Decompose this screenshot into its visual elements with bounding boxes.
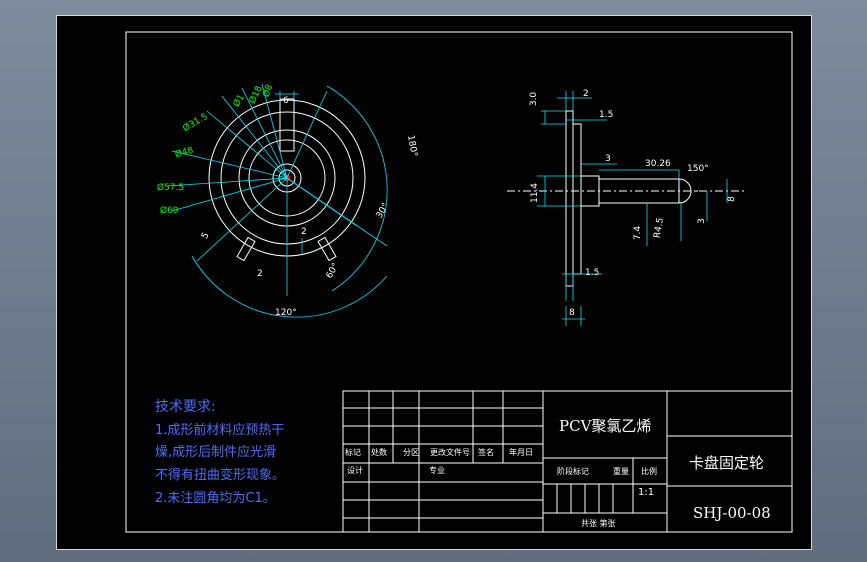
drawing-canvas: 技术要求: 1.成形前材料应预热干 燥,成形后制件应光滑 不得有扭曲变形现象。 … xyxy=(56,15,812,550)
hdr-sheet: 共张 第张 xyxy=(581,519,616,528)
tech-line-3: 不得有扭曲变形现象。 xyxy=(155,468,286,483)
side-dim-1-5b: 1.5 xyxy=(585,268,600,278)
dim-phi57: Ø57.5 xyxy=(157,183,185,193)
tech-title: 技术要求: xyxy=(155,399,216,415)
material-label: PCV聚氯乙烯 xyxy=(559,417,652,435)
dim-6: 6 xyxy=(283,96,289,106)
drawing-number: SHJ-00-08 xyxy=(693,504,771,522)
side-dim-8: 8 xyxy=(726,196,737,202)
dim-phi69: Ø69 xyxy=(160,206,179,216)
hdr-sign: 签名 xyxy=(478,448,494,457)
tech-line-1: 1.成形前材料应预热干 xyxy=(155,423,285,438)
scale-value: 1:1 xyxy=(638,487,655,498)
side-view xyxy=(507,110,747,287)
dim-120: 120° xyxy=(275,308,297,318)
part-name: 卡盘固定轮 xyxy=(689,454,765,472)
side-dim-7-4: 7.4 xyxy=(633,225,644,241)
dim-2b: 2 xyxy=(257,269,263,279)
hdr-date: 年月日 xyxy=(509,448,533,457)
hdr-ratio: 比例 xyxy=(641,467,657,476)
dim-2a: 2 xyxy=(301,227,307,237)
hdr-std: 专业 xyxy=(429,466,445,475)
side-dim-30-2: 30.2 xyxy=(645,159,666,169)
hdr-change: 更改文件号 xyxy=(430,448,470,457)
side-dim-1-5a: 1.5 xyxy=(599,110,614,120)
side-dim-8b: 8 xyxy=(569,308,575,318)
hdr-count: 处数 xyxy=(371,448,387,457)
hdr-zone: 分区 xyxy=(403,448,419,457)
side-dim-6: 6 xyxy=(665,159,671,169)
tech-line-2: 燥,成形后制件应光滑 xyxy=(155,445,277,460)
side-dim-3: 3 xyxy=(605,154,611,164)
side-dim-3-0: 3.0 xyxy=(529,91,540,107)
side-dim-2: 2 xyxy=(583,89,589,99)
hdr-design: 设计 xyxy=(347,466,363,475)
hdr-weight: 重量 xyxy=(613,467,629,476)
hdr-mark: 标记 xyxy=(345,448,361,457)
hdr-stage: 阶段标记 xyxy=(557,467,589,476)
side-dim-3b: 3 xyxy=(696,218,707,224)
tech-line-4: 2.未注圆角均为C1。 xyxy=(155,491,276,506)
side-dim-150: 150° xyxy=(687,164,709,174)
side-dim-11-4: 11.4 xyxy=(530,182,541,204)
